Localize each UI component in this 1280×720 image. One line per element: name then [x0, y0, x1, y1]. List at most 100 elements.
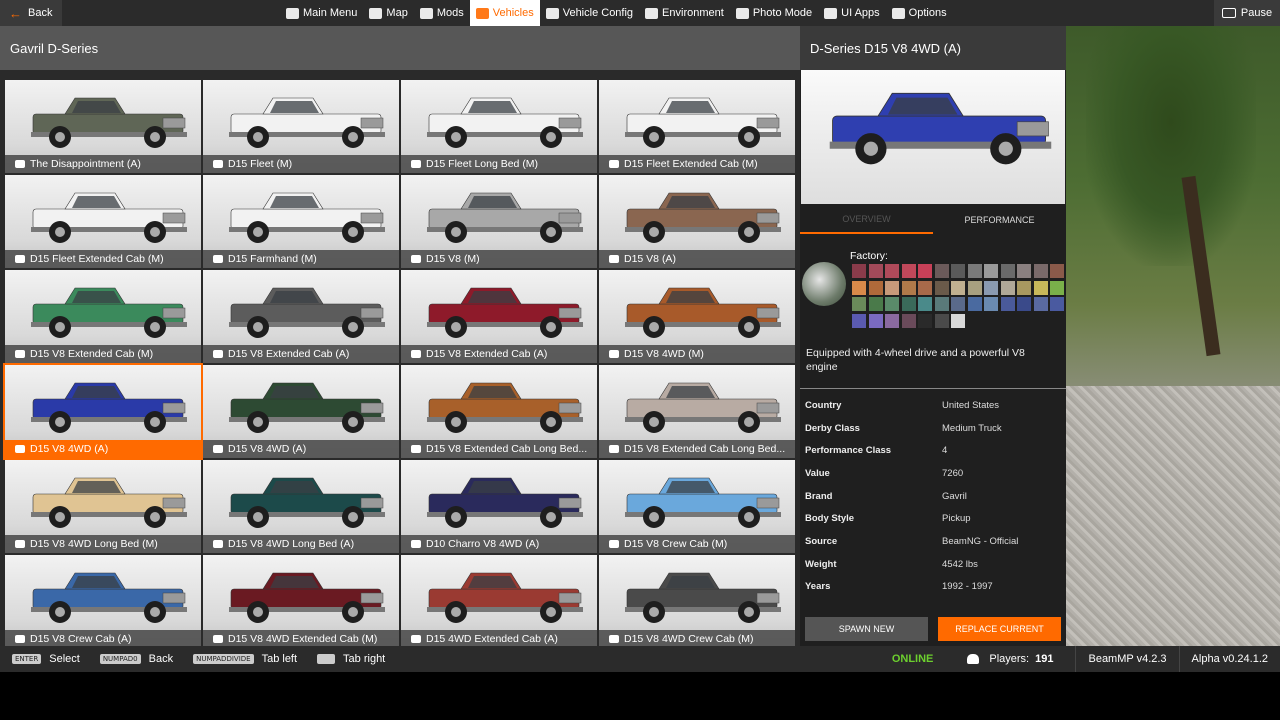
paint-swatch[interactable] [934, 264, 949, 278]
config-tile[interactable]: D15 V8 Extended Cab (M) [5, 270, 201, 363]
paint-swatch[interactable] [1033, 264, 1048, 278]
config-tile[interactable]: D15 V8 Crew Cab (A) [5, 555, 201, 648]
config-tile[interactable]: D15 Fleet Long Bed (M) [401, 80, 597, 173]
config-tile[interactable]: D15 V8 Extended Cab Long Bed... [401, 365, 597, 458]
paint-swatch[interactable] [885, 264, 899, 278]
paint-swatch[interactable] [951, 280, 965, 295]
vehicle-thumbnail [213, 280, 389, 340]
paint-swatch[interactable] [984, 297, 998, 311]
key-hint[interactable]: NUMPADDIVIDE Tab left [193, 653, 305, 665]
paint-swatch[interactable] [1033, 280, 1048, 295]
config-tile[interactable]: The Disappointment (A) [5, 80, 201, 173]
paint-swatch[interactable] [901, 313, 916, 328]
key-hint[interactable]: ENTER Select [12, 653, 88, 665]
nav-photo-mode[interactable]: Photo Mode [730, 0, 818, 26]
config-tile[interactable]: D15 V8 Extended Cab (A) [203, 270, 399, 363]
config-tile[interactable]: D15 Fleet (M) [203, 80, 399, 173]
config-tile[interactable]: D15 V8 4WD Extended Cab (M) [203, 555, 399, 648]
paint-swatch[interactable] [885, 297, 899, 311]
nav-vehicles[interactable]: Vehicles [469, 0, 540, 26]
config-tile[interactable]: D15 V8 4WD (A) [3, 363, 203, 460]
nav-map[interactable]: Map [363, 0, 413, 26]
paint-swatch[interactable] [918, 313, 932, 328]
config-tile[interactable]: D15 V8 Crew Cab (M) [599, 460, 795, 553]
vehicle-thumbnail [15, 90, 191, 150]
paint-swatch[interactable] [1050, 264, 1064, 278]
nav-vehicle-config[interactable]: Vehicle Config [540, 0, 639, 26]
config-tile[interactable]: D15 V8 4WD Long Bed (A) [203, 460, 399, 553]
nav-mods[interactable]: Mods [414, 0, 470, 26]
paint-swatch[interactable] [934, 297, 949, 311]
paint-swatch[interactable] [918, 280, 932, 295]
paint-swatch[interactable] [1033, 297, 1048, 311]
config-tile[interactable]: D15 Fleet Extended Cab (M) [599, 80, 795, 173]
back-button[interactable]: ← Back [0, 0, 62, 26]
nav-ui-apps[interactable]: UI Apps [818, 0, 886, 26]
config-tile[interactable]: D15 V8 4WD (M) [599, 270, 795, 363]
paint-swatch[interactable] [918, 264, 932, 278]
paint-swatch[interactable] [967, 280, 982, 295]
paint-swatch[interactable] [868, 264, 883, 278]
tab-overview[interactable]: OVERVIEW [800, 206, 933, 234]
paint-swatch[interactable] [1050, 280, 1064, 295]
paint-swatch[interactable] [1000, 297, 1015, 311]
paint-swatch[interactable] [852, 313, 866, 328]
paint-swatch[interactable] [967, 264, 982, 278]
paint-swatch[interactable] [885, 313, 899, 328]
paint-swatch[interactable] [1050, 297, 1064, 311]
paint-swatch[interactable] [1017, 264, 1031, 278]
config-tile[interactable]: D15 V8 Extended Cab (A) [401, 270, 597, 363]
paint-swatch[interactable] [951, 264, 965, 278]
key-hint[interactable]: NUMPAD0 Back [99, 653, 181, 665]
config-tile[interactable]: D15 V8 (M) [401, 175, 597, 268]
key-icon: NUMPAD0 [99, 654, 141, 664]
paint-swatch[interactable] [901, 280, 916, 295]
config-tile[interactable]: D15 Fleet Extended Cab (M) [5, 175, 201, 268]
paint-swatch[interactable] [967, 297, 982, 311]
paint-swatch[interactable] [852, 297, 866, 311]
config-tile[interactable]: D15 V8 (A) [599, 175, 795, 268]
vehicle-description: Equipped with 4-wheel drive and a powerf… [806, 347, 1025, 373]
paint-swatch[interactable] [1000, 280, 1015, 295]
paint-swatch[interactable] [934, 280, 949, 295]
spawn-new-button[interactable]: SPAWN NEW [805, 617, 928, 641]
nav-environment[interactable]: Environment [639, 0, 730, 26]
paint-swatch-grid[interactable] [852, 264, 1064, 328]
paint-swatch[interactable] [951, 313, 965, 328]
paint-swatch[interactable] [984, 280, 998, 295]
paint-swatch[interactable] [984, 264, 998, 278]
config-tile[interactable]: D15 V8 4WD (A) [203, 365, 399, 458]
config-tile[interactable]: D15 4WD Extended Cab (A) [401, 555, 597, 648]
config-type-icon [609, 350, 619, 358]
replace-current-button[interactable]: REPLACE CURRENT [938, 617, 1061, 641]
pause-button[interactable]: Pause [1214, 0, 1280, 26]
nav-main-menu[interactable]: Main Menu [280, 0, 363, 26]
paint-swatch[interactable] [934, 313, 949, 328]
paint-swatch[interactable] [852, 280, 866, 295]
nav-options[interactable]: Options [886, 0, 953, 26]
config-label-bar: D15 V8 (A) [599, 250, 795, 268]
paint-swatch[interactable] [1017, 280, 1031, 295]
paint-swatch[interactable] [868, 280, 883, 295]
key-hint[interactable]: Tab right [317, 653, 393, 665]
paint-swatch[interactable] [901, 264, 916, 278]
config-tile[interactable]: D15 V8 Extended Cab Long Bed... [599, 365, 795, 458]
paint-swatch[interactable] [868, 313, 883, 328]
paint-swatch[interactable] [868, 297, 883, 311]
paint-preview-thumbnail[interactable] [802, 262, 846, 306]
paint-swatch[interactable] [885, 280, 899, 295]
config-tile[interactable]: D10 Charro V8 4WD (A) [401, 460, 597, 553]
config-grid[interactable]: The Disappointment (A) D15 Fleet (M) D15… [3, 80, 797, 648]
spec-value: 4542 lbs [942, 558, 978, 570]
paint-swatch[interactable] [1017, 297, 1031, 311]
paint-swatch[interactable] [901, 297, 916, 311]
paint-swatch[interactable] [951, 297, 965, 311]
paint-swatch[interactable] [918, 297, 932, 311]
paint-swatch[interactable] [1000, 264, 1015, 278]
config-tile[interactable]: D15 V8 4WD Crew Cab (M) [599, 555, 795, 648]
tab-performance[interactable]: PERFORMANCE [933, 206, 1066, 234]
paint-swatch[interactable] [852, 264, 866, 278]
config-tile[interactable]: D15 Farmhand (M) [203, 175, 399, 268]
config-tile[interactable]: D15 V8 4WD Long Bed (M) [5, 460, 201, 553]
config-label-bar: D15 V8 4WD Long Bed (A) [203, 535, 399, 553]
